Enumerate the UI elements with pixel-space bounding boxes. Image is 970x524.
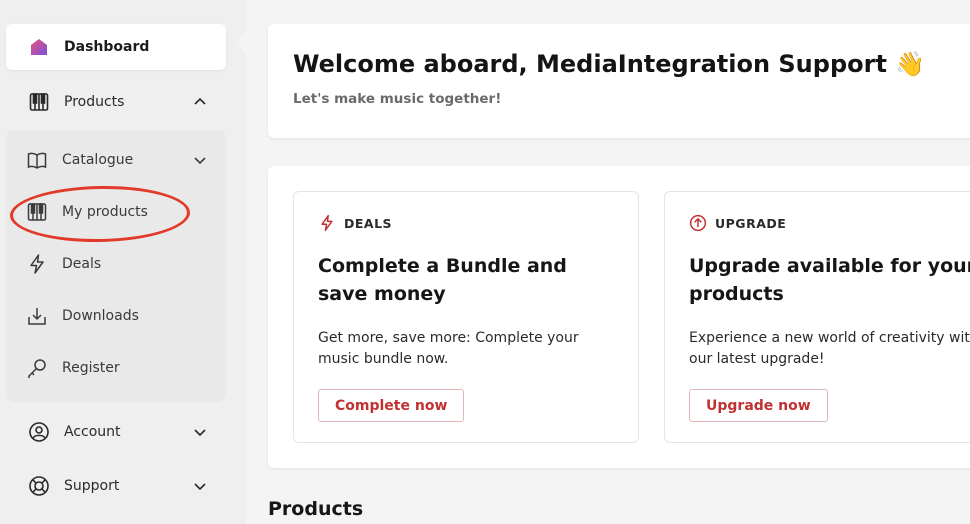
sidebar-item-label: Catalogue — [62, 152, 134, 168]
home-icon — [31, 39, 47, 55]
card-tag: UPGRADE — [689, 214, 786, 232]
products-submenu: Catalogue My products Deals Downloads Re… — [6, 130, 226, 402]
promo-section: DEALS Complete a Bundle and save money G… — [268, 166, 970, 468]
card-tag-label: DEALS — [344, 215, 393, 231]
card-tag: DEALS — [318, 214, 392, 232]
sidebar-item-account[interactable]: Account — [6, 412, 226, 452]
sidebar-item-my-products[interactable]: My products — [6, 192, 226, 232]
sidebar-item-support[interactable]: Support — [6, 466, 226, 506]
sidebar-item-products[interactable]: Products — [6, 82, 226, 122]
chevron-down-icon[interactable] — [192, 478, 208, 494]
card-description: Experience a new world of creativity wit… — [689, 330, 970, 367]
download-icon — [28, 308, 46, 325]
user-circle-icon — [29, 422, 49, 442]
upgrade-card: UPGRADE Upgrade available for your produ… — [664, 191, 970, 443]
sidebar-item-label: Dashboard — [64, 39, 150, 55]
card-heading: Complete a Bundle and save money — [318, 255, 567, 305]
card-tag-label: UPGRADE — [715, 215, 787, 231]
sidebar-item-register[interactable]: Register — [6, 348, 226, 388]
welcome-card: Welcome aboard, MediaIntegration Support… — [268, 24, 970, 138]
sidebar-item-label: My products — [62, 204, 148, 220]
chevron-up-icon[interactable] — [192, 94, 208, 110]
sidebar-item-catalogue[interactable]: Catalogue — [6, 140, 226, 180]
lightning-icon — [321, 214, 333, 232]
keyboard-icon — [27, 203, 47, 221]
sidebar-item-label: Products — [64, 94, 125, 110]
sidebar: Dashboard Products Catalogue My products — [0, 0, 246, 524]
products-section-heading: Products — [268, 498, 364, 520]
active-indicator — [238, 30, 246, 54]
lifebuoy-icon — [29, 476, 49, 496]
arrow-up-circle-icon — [689, 214, 707, 232]
chevron-down-icon[interactable] — [192, 424, 208, 440]
complete-now-button[interactable]: Complete now — [318, 389, 465, 422]
book-icon — [27, 152, 47, 169]
card-heading: Upgrade available for your products — [689, 255, 970, 305]
upgrade-now-button[interactable]: Upgrade now — [689, 389, 828, 422]
page-title: Welcome aboard, MediaIntegration Support… — [293, 50, 926, 78]
card-description: Get more, save more: Complete your music… — [318, 330, 579, 367]
sidebar-item-label: Support — [64, 478, 120, 494]
sidebar-item-dashboard[interactable]: Dashboard — [6, 24, 226, 70]
key-icon — [28, 359, 46, 378]
chevron-down-icon[interactable] — [192, 152, 208, 168]
sidebar-item-downloads[interactable]: Downloads — [6, 296, 226, 336]
sidebar-item-label: Account — [64, 424, 121, 440]
sidebar-item-label: Register — [62, 360, 120, 376]
sidebar-item-label: Downloads — [62, 308, 139, 324]
lightning-icon — [30, 254, 44, 274]
keyboard-icon — [29, 93, 49, 111]
sidebar-item-label: Deals — [62, 256, 102, 272]
deals-card: DEALS Complete a Bundle and save money G… — [293, 191, 639, 443]
sidebar-item-deals[interactable]: Deals — [6, 244, 226, 284]
welcome-subtitle: Let's make music together! — [293, 91, 502, 107]
